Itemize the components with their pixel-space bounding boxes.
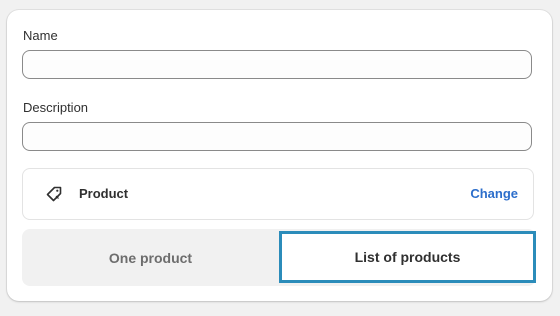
- description-input[interactable]: [22, 122, 532, 151]
- tag-icon: [45, 185, 63, 203]
- change-product-link[interactable]: Change: [470, 186, 518, 201]
- product-label: Product: [79, 186, 129, 201]
- product-mode-segmented-control: One product List of products: [22, 229, 536, 286]
- segment-one-product[interactable]: One product: [22, 229, 279, 286]
- segment-list-of-products[interactable]: List of products: [279, 231, 536, 283]
- description-label: Description: [23, 100, 89, 115]
- form-card: Name Description Product Change One prod…: [7, 10, 552, 301]
- name-label: Name: [23, 28, 58, 43]
- product-picker: Product Change: [22, 168, 534, 220]
- name-input[interactable]: [22, 50, 532, 79]
